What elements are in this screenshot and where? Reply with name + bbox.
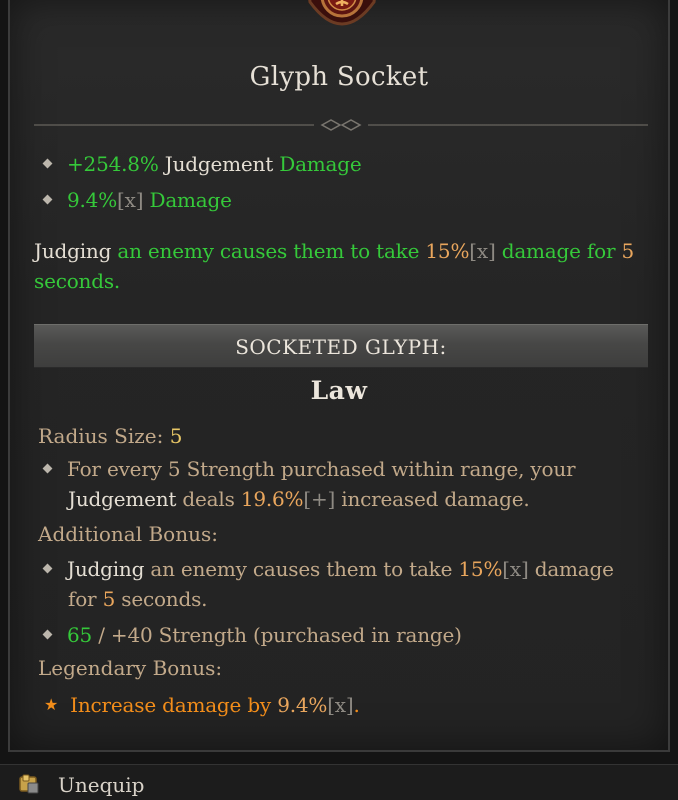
legendary-bonus-text: ★ Increase damage by 9.4%[x]. [44, 693, 360, 717]
bullet-diamond-icon [42, 194, 53, 205]
legendary-bonus-label: Legendary Bonus: [38, 656, 223, 680]
glyph-description: Judging an enemy causes them to take 15%… [34, 239, 635, 293]
glyph-name: Law [310, 376, 368, 405]
unequip-action[interactable]: Unequip [58, 773, 144, 797]
bullet-diamond-icon [42, 158, 53, 169]
tooltip-footer: Unequip [0, 764, 678, 800]
glyph-tooltip-panel: Glyph Socket +254.8% Judgement Damage 9.… [8, 0, 670, 752]
bullet-diamond-icon [42, 629, 53, 640]
strength-requirement: 65 / +40 Strength (purchased in range) [42, 620, 624, 650]
radius-size-label: Radius Size: 5 [38, 424, 183, 448]
affix-row: 9.4%[x] Damage [42, 188, 232, 212]
unequip-icon[interactable] [18, 773, 40, 795]
divider-ornament-icon [34, 119, 648, 131]
bullet-diamond-icon [42, 463, 53, 474]
legendary-star-icon: ★ [44, 695, 59, 714]
additional-bonus-label: Additional Bonus: [38, 522, 218, 546]
emblem-crest-icon [308, 0, 376, 26]
socketed-glyph-banner: SOCKETED GLYPH: [34, 324, 648, 368]
affix-row: +254.8% Judgement Damage [42, 152, 362, 176]
additional-bonus-text: Judging an enemy causes them to take 15%… [42, 554, 624, 614]
radius-bonus-text: For every 5 Strength purchased within ra… [42, 454, 624, 514]
bullet-diamond-icon [42, 563, 53, 574]
tooltip-title: Glyph Socket [249, 62, 429, 92]
